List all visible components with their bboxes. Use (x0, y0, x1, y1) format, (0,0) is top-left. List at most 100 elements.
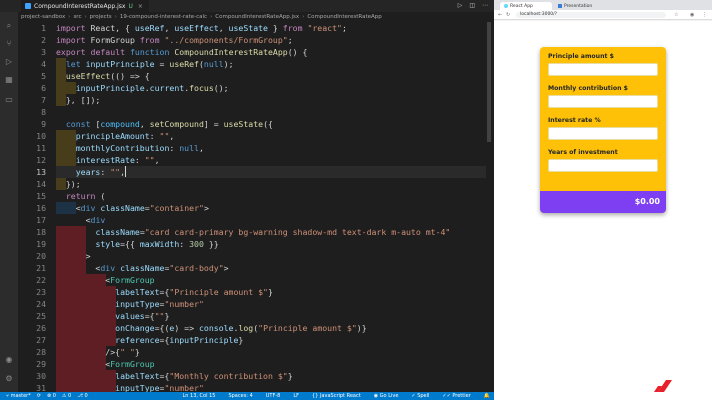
git-branch[interactable]: ⑂ master* (6, 393, 31, 399)
extensions-icon[interactable]: ▦ (5, 76, 13, 84)
line-number: 28 (36, 347, 46, 357)
breadcrumb-item[interactable]: CompoundInterestRateApp (307, 14, 381, 20)
code-line: monthlyContribution: null, (75, 143, 204, 153)
line-number: 12 (36, 155, 46, 165)
source-control-icon[interactable]: ⑂ (5, 40, 13, 48)
principle-amount-input[interactable] (548, 63, 658, 76)
remote-explorer-icon[interactable]: ▭ (5, 96, 13, 104)
code-line: <FormGroup (56, 359, 155, 369)
address-bar[interactable]: localhost:3000/? (516, 12, 666, 18)
line-number: 20 (36, 251, 46, 261)
problems-warnings[interactable]: ⚠ 0 (62, 393, 71, 399)
encoding[interactable]: UTF-8 (266, 393, 281, 399)
go-live-button[interactable]: ◉ Go Live (374, 393, 399, 399)
line-number: 3 (41, 47, 46, 57)
code-line: return ( (65, 191, 106, 201)
code-line: interestRate: "", (75, 155, 160, 165)
cursor-position[interactable]: Ln 13, Col 15 (182, 393, 215, 399)
card-body: Principle amount $ Monthly contribution … (548, 53, 658, 181)
breadcrumb-separator-icon: › (68, 14, 71, 20)
code-line: > (56, 251, 91, 261)
split-editor-icon[interactable]: ◫ (469, 0, 475, 12)
end-of-line[interactable]: LF (293, 393, 299, 399)
browser-tab-presentation[interactable]: Presentation (554, 2, 606, 10)
ports[interactable]: ⎇ 0 (77, 393, 88, 399)
monthly-contribution-input[interactable] (548, 95, 658, 108)
browser-toolbar: ← ↻ localhost:3000/? ☆ ◉ ⋮ (494, 10, 712, 20)
indentation[interactable]: Spaces: 4 (228, 393, 252, 399)
years-of-investment-input[interactable] (548, 159, 658, 172)
account-icon[interactable]: ◉ (5, 356, 13, 364)
spell-check[interactable]: ✓ Spell (411, 393, 429, 399)
code-line: values={""} (115, 311, 170, 321)
code-line: className="card card-primary bg-warning … (95, 227, 451, 237)
line-number: 16 (36, 203, 46, 213)
browser-tab-label: React App (510, 3, 533, 9)
line-number-gutter: 1 2 3 4 5 6 7 8 9 10 11 12 13 14 15 16 1… (18, 22, 48, 393)
line-number: 18 (36, 227, 46, 237)
profile-icon[interactable]: ◉ (690, 10, 694, 20)
code-area[interactable]: import React, { useRef, useEffect, useSt… (56, 22, 486, 392)
language-mode[interactable]: {} JavaScript React (312, 393, 361, 399)
code-line: reference={inputPrinciple} (115, 335, 244, 345)
tab-git-status: U (128, 2, 133, 10)
total-amount: $0.00 (634, 197, 660, 206)
line-number: 14 (36, 179, 46, 189)
code-line: <div className="container"> (56, 203, 209, 213)
line-number: 17 (36, 215, 46, 225)
line-number: 19 (36, 239, 46, 249)
language-label: JavaScript React (319, 393, 361, 399)
browser-tab-react-app[interactable]: React App (500, 2, 552, 10)
scrollbar-thumb[interactable] (487, 22, 491, 142)
run-debug-icon[interactable]: ▷ (5, 58, 13, 66)
go-live-label: Go Live (379, 393, 399, 399)
code-line: inputType="number" (115, 383, 204, 392)
branch-label: master* (10, 393, 31, 399)
code-line: const [compound, setCompound] = useState… (65, 119, 273, 129)
editor-scrollbar[interactable] (486, 22, 492, 392)
breadcrumb-item[interactable]: project-sandbox (21, 14, 65, 20)
breadcrumb-item[interactable]: src (73, 14, 81, 20)
tab-label: CompoundInterestRateApp.jsx (34, 2, 126, 10)
sync-icon[interactable]: ⟳ (37, 393, 41, 399)
editor-actions: ▷ ◫ ⋯ (458, 0, 488, 12)
code-line: import React, { useRef, useEffect, useSt… (56, 23, 347, 33)
prettier[interactable]: ✓✓ Prettier (442, 393, 470, 399)
code-line: labelText={"Monthly contribution $"} (115, 371, 293, 381)
line-number: 23 (36, 287, 46, 297)
line-number: 30 (36, 371, 46, 381)
manage-gear-icon[interactable]: ⚙ (5, 375, 13, 383)
code-line: principleAmount: "", (75, 131, 175, 141)
problems-errors[interactable]: ⊗ 0 (47, 393, 56, 399)
code-line: <div className="card-body"> (56, 263, 229, 273)
run-icon[interactable]: ▷ (458, 0, 463, 12)
code-line: inputPrinciple.current.focus(); (75, 83, 229, 93)
monthly-contribution-label: Monthly contribution $ (548, 85, 628, 92)
editor-tab-bar: CompoundInterestRateApp.jsx U × ▷ ◫ ⋯ (0, 0, 494, 12)
code-line-current: years: "", (56, 166, 486, 178)
close-icon[interactable]: × (138, 3, 143, 10)
breadcrumb-item[interactable]: 19-compound-interest-rate-calc (120, 14, 207, 20)
browser-menu-icon[interactable]: ⋮ (702, 10, 707, 20)
breadcrumb-item[interactable]: CompoundInterestRateApp.jsx (215, 14, 299, 20)
spell-label: Spell (417, 393, 430, 399)
prettier-label: Prettier (452, 393, 471, 399)
back-icon[interactable]: ← (498, 10, 502, 20)
reload-icon[interactable]: ↻ (506, 10, 510, 20)
tab-compound-interest-rate-app[interactable]: CompoundInterestRateApp.jsx U × (21, 0, 149, 12)
code-line: export default function CompoundInterest… (56, 47, 308, 57)
compound-interest-card: Principle amount $ Monthly contribution … (540, 47, 666, 213)
code-line: useEffect(() => { (65, 71, 150, 81)
channel-logo-icon (654, 380, 672, 392)
react-file-icon (25, 3, 31, 9)
interest-rate-input[interactable] (548, 127, 658, 140)
breadcrumb-item[interactable]: projects (90, 14, 112, 20)
principle-amount-label: Principle amount $ (548, 53, 614, 60)
search-icon[interactable]: ⌕ (5, 22, 13, 30)
more-actions-icon[interactable]: ⋯ (482, 0, 488, 12)
status-bar-right: Ln 13, Col 15 Spaces: 4 UTF-8 LF {} Java… (176, 392, 490, 400)
form-group-monthly: Monthly contribution $ (548, 85, 658, 108)
bookmark-star-icon[interactable]: ☆ (674, 10, 678, 20)
notifications-icon[interactable]: 🔔 (484, 393, 490, 399)
line-number: 7 (41, 95, 46, 105)
